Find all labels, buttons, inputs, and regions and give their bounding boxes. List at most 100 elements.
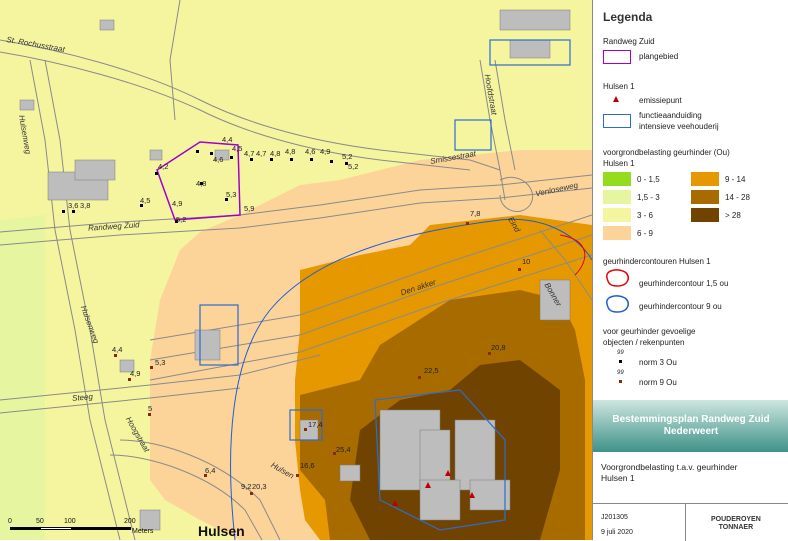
class-swatch-5	[691, 190, 719, 204]
point-label: 6,4	[205, 466, 216, 475]
point-label: 20,3	[252, 482, 267, 491]
point-label: 3,6	[68, 201, 79, 210]
point-label: 5,3	[226, 190, 237, 199]
town-name: Hulsen	[198, 523, 245, 539]
class-label-5: 14 - 28	[725, 193, 750, 202]
point-label: 4,4	[112, 345, 123, 354]
scale-seg-3	[71, 527, 131, 530]
scale-seg-2	[40, 527, 72, 530]
point-label: 5,2	[176, 215, 187, 224]
title-band: Bestemmingsplan Randweg Zuid Nederweert	[593, 400, 788, 452]
point-label: 22,5	[424, 366, 439, 375]
logo-line2: TONNAER	[718, 524, 754, 531]
point-label: 5,2	[348, 162, 359, 171]
contour-9-icon	[606, 295, 630, 313]
map-canvas	[0, 0, 592, 540]
point-label: 5,3	[155, 358, 166, 367]
point-label: 4,4	[222, 135, 233, 144]
plan-title: Bestemmingsplan Randweg Zuid Nederweert	[593, 414, 788, 438]
legend-functie-2: intensieve veehouderij	[639, 122, 719, 131]
plan-date: 9 juli 2020	[601, 529, 633, 536]
legend-norm3: norm 3 Ou	[639, 358, 677, 367]
norm9-point-icon	[619, 380, 622, 383]
street-steeg: Steeg	[71, 392, 94, 403]
point-label: 4,9	[130, 369, 141, 378]
point-label: 9,2	[241, 482, 252, 491]
legend-norm9: norm 9 Ou	[639, 378, 677, 387]
class-swatch-2	[603, 208, 631, 222]
legend-contour-9: geurhindercontour 9 ou	[639, 302, 722, 311]
legend-contours-title: geurhindercontouren Hulsen 1	[603, 257, 711, 266]
point-label: 17,4	[308, 420, 323, 429]
map-description-line2: Hulsen 1	[601, 473, 635, 483]
legend-objects-title-1: voor geurhinder gevoelige	[603, 327, 696, 336]
point-label: 4,5	[232, 144, 243, 153]
class-swatch-3	[603, 226, 631, 240]
point-label: 5	[148, 404, 153, 413]
map-description: Voorgrondbelasting t.a.v. geurhinder Hul…	[601, 462, 781, 484]
legend-contour-15: geurhindercontour 1,5 ou	[639, 279, 729, 288]
scale-tick-200: 200	[124, 518, 136, 525]
scale-unit: Meters	[132, 528, 154, 535]
company-logo: POUDEROYEN TONNAER	[711, 516, 761, 532]
legend-voorgrond-title-1: voorgrondbelasting geurhinder (Ou)	[603, 148, 730, 157]
symbol-99-norm3: 99	[617, 350, 624, 356]
point-label: 4,5	[140, 196, 151, 205]
class-label-3: 6 - 9	[637, 229, 654, 238]
point-label: 4,7	[244, 149, 255, 158]
point-label: 4,7	[256, 149, 267, 158]
emissiepunt-icon	[613, 96, 619, 102]
map-description-line1: Voorgrondbelasting t.a.v. geurhinder	[601, 462, 738, 472]
class-label-6: > 28	[725, 211, 741, 220]
class-swatch-0	[603, 172, 631, 186]
project-code: J201305	[601, 514, 628, 521]
class-swatch-6	[691, 208, 719, 222]
class-swatch-4	[691, 172, 719, 186]
point-label: 4,2	[158, 162, 169, 171]
point-label: 7,8	[470, 209, 481, 218]
point-label: 25,4	[336, 445, 351, 454]
scale-bar: 0 50 100 200 Meters	[8, 518, 153, 538]
point-label: 4,9	[172, 199, 183, 208]
norm3-point-icon	[619, 360, 622, 363]
legend-section-randweg: Randweg Zuid	[603, 37, 655, 46]
point-label: 16,6	[300, 461, 315, 470]
point-label: 20,8	[491, 343, 506, 352]
title-footer: J201305 9 juli 2020 POUDEROYEN TONNAER	[593, 503, 788, 541]
scale-tick-0: 0	[8, 518, 12, 525]
legend-title: Legenda	[603, 10, 653, 24]
plangebied-swatch	[603, 50, 631, 64]
footer-divider	[685, 504, 686, 541]
class-label-1: 1,5 - 3	[637, 193, 660, 202]
scale-seg-1	[10, 527, 40, 530]
legend-panel: Legenda Randweg Zuid plangebied Hulsen 1…	[592, 0, 788, 400]
contour-15-icon	[606, 269, 630, 287]
title-block: Bestemmingsplan Randweg Zuid Nederweert …	[592, 400, 788, 541]
point-label: 4,8	[196, 179, 207, 188]
odour-map[interactable]: St. Rochusstraat Hulsenweg Randweg Zuid …	[0, 0, 592, 540]
point-label: 4,6	[213, 155, 224, 164]
functie-swatch	[603, 114, 631, 128]
symbol-99-norm9: 99	[617, 370, 624, 376]
plan-title-line2: Nederweert	[663, 426, 719, 437]
scale-tick-50: 50	[36, 518, 44, 525]
point-label: 10	[522, 257, 531, 266]
class-label-0: 0 - 1,5	[637, 175, 660, 184]
point-label: 4,8	[270, 149, 281, 158]
legend-plangebied: plangebied	[639, 52, 679, 61]
class-label-2: 3 - 6	[637, 211, 654, 220]
class-label-4: 9 - 14	[725, 175, 746, 184]
point-label: 3,8	[80, 201, 91, 210]
class-swatch-1	[603, 190, 631, 204]
point-label: 5,2	[342, 152, 353, 161]
scale-tick-100: 100	[64, 518, 76, 525]
point-label: 4,6	[305, 147, 316, 156]
point-label: 4,8	[285, 147, 296, 156]
logo-line1: POUDEROYEN	[711, 516, 761, 523]
legend-voorgrond-title-2: Hulsen 1	[603, 159, 635, 168]
legend-section-hulsen: Hulsen 1	[603, 82, 635, 91]
point-label: 4,9	[320, 147, 331, 156]
legend-functie-1: functieaanduiding	[639, 111, 702, 120]
legend-emissiepunt: emissiepunt	[639, 96, 682, 105]
legend-objects-title-2: objecten / rekenpunten	[603, 338, 685, 347]
